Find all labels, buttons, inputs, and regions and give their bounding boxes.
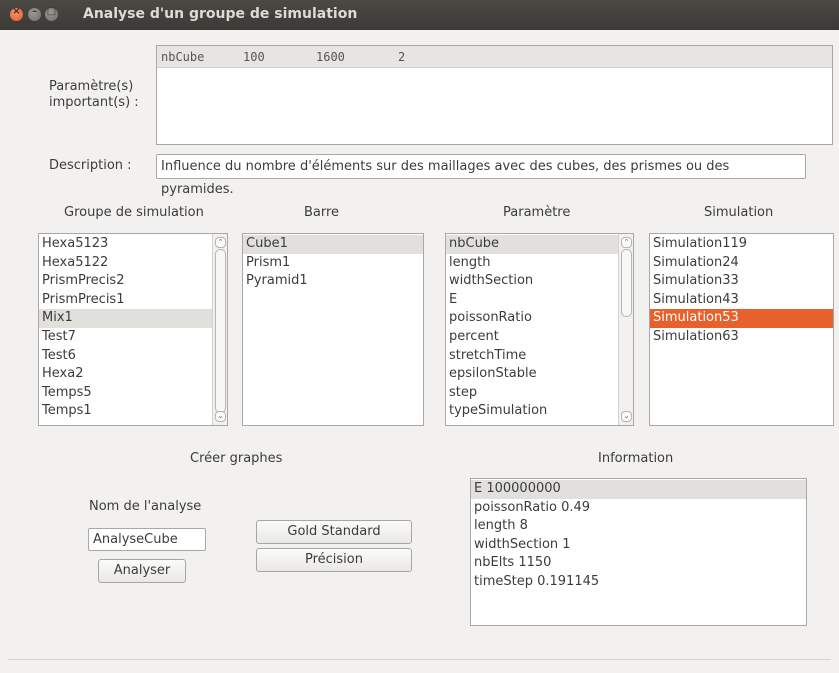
groups-list-item[interactable]: PrismPrecis2 <box>39 272 227 291</box>
simulation-list-item[interactable]: Simulation53 <box>650 309 833 328</box>
analysis-name-input[interactable]: AnalyseCube <box>88 528 206 551</box>
barre-list-item[interactable]: Cube1 <box>243 235 423 254</box>
information-list-item[interactable]: E 100000000 <box>471 480 806 499</box>
parametre-list-item[interactable]: widthSection <box>446 272 633 291</box>
parametre-list-item[interactable]: nbCube <box>446 235 633 254</box>
param-max: 1600 <box>316 50 345 64</box>
params-row[interactable]: nbCube 100 1600 2 <box>157 46 832 68</box>
barre-list-item[interactable]: Pyramid1 <box>243 272 423 291</box>
groups-list-item[interactable]: Test7 <box>39 328 227 347</box>
groups-list-item[interactable]: Mix1 <box>39 309 227 328</box>
scroll-down-icon[interactable]: ⌄ <box>621 411 632 422</box>
information-list-item[interactable]: widthSection 1 <box>471 536 806 555</box>
barre-header: Barre <box>304 205 340 220</box>
parametre-header: Paramètre <box>503 205 571 220</box>
information-list[interactable]: E 100000000 poissonRatio 0.49 length 8 widt… <box>470 478 807 626</box>
window-title: Analyse d'un groupe de simulation <box>83 6 358 22</box>
simulation-list[interactable]: Simulation119 Simulation24 Simulation33 Sim… <box>649 233 834 426</box>
maximize-icon: □ <box>46 6 57 17</box>
scroll-down-icon[interactable]: ⌄ <box>215 411 226 422</box>
groups-list-item[interactable]: Hexa2 <box>39 365 227 384</box>
simulation-list-item[interactable]: Simulation43 <box>650 291 833 310</box>
minimize-window-button[interactable]: – <box>28 6 41 21</box>
param-name: nbCube <box>161 50 205 64</box>
parametre-list-item[interactable]: stretchTime <box>446 347 633 366</box>
simulation-list-item[interactable]: Simulation63 <box>650 328 833 347</box>
parametre-list[interactable]: nbCube length widthSection EpoissonRatio per… <box>445 233 634 426</box>
params-label: Paramètre(s) important(s) : <box>49 79 139 110</box>
parametre-scrollbar[interactable]: ⌃ ⌄ <box>618 234 633 425</box>
analysis-name-label: Nom de l'analyse <box>89 499 202 514</box>
groups-list-item[interactable]: PrismPrecis1 <box>39 291 227 310</box>
parametre-list-item[interactable]: typeSimulation <box>446 402 633 421</box>
groups-list-item[interactable]: Hexa5122 <box>39 254 227 273</box>
minimize-icon: – <box>32 6 37 17</box>
parametre-list-item[interactable]: poissonRatio <box>446 309 633 328</box>
description-label: Description : <box>49 158 132 173</box>
simulation-list-item[interactable]: Simulation24 <box>650 254 833 273</box>
groups-header: Groupe de simulation <box>64 205 204 220</box>
param-min: 100 <box>243 50 265 64</box>
information-list-item[interactable]: nbElts 1150 <box>471 554 806 573</box>
parametre-list-item[interactable]: E <box>446 291 633 310</box>
barre-list[interactable]: Cube1 Prism1 Pyramid1 <box>242 233 424 426</box>
bottom-divider <box>8 659 831 660</box>
title-bar: × – □ Analyse d'un groupe de simulation <box>0 0 839 30</box>
params-table[interactable]: nbCube 100 1600 2 <box>156 45 833 145</box>
param-step: 2 <box>398 50 406 64</box>
groups-list-item[interactable]: Hexa5123 <box>39 235 227 254</box>
scroll-up-icon[interactable]: ⌃ <box>215 237 226 248</box>
simulation-list-item[interactable]: Simulation119 <box>650 235 833 254</box>
description-field[interactable]: Influence du nombre d'éléments sur des m… <box>156 154 806 197</box>
parametre-list-item[interactable]: length <box>446 254 633 273</box>
scroll-thumb[interactable] <box>621 249 632 317</box>
simulation-header: Simulation <box>704 205 774 220</box>
precision-button[interactable]: Précision <box>256 548 412 572</box>
parametre-list-item[interactable]: percent <box>446 328 633 347</box>
simulation-list-item[interactable]: Simulation33 <box>650 272 833 291</box>
graphs-header: Créer graphes <box>190 451 283 466</box>
information-header: Information <box>598 451 674 466</box>
scroll-up-icon[interactable]: ⌃ <box>621 237 632 248</box>
gold-standard-button[interactable]: Gold Standard <box>256 520 412 544</box>
information-list-item[interactable]: poissonRatio 0.49 <box>471 499 806 518</box>
groups-list-item[interactable]: Temps1 <box>39 402 227 421</box>
groups-scrollbar[interactable]: ⌃ ⌄ <box>212 234 227 425</box>
analyze-button[interactable]: Analyser <box>98 559 186 583</box>
close-icon: × <box>12 6 21 17</box>
maximize-window-button[interactable]: □ <box>45 6 58 21</box>
parametre-list-item[interactable]: step <box>446 384 633 403</box>
parametre-list-item[interactable]: epsilonStable <box>446 365 633 384</box>
groups-list-item[interactable]: Temps5 <box>39 384 227 403</box>
information-list-item[interactable]: length 8 <box>471 517 806 536</box>
barre-list-item[interactable]: Prism1 <box>243 254 423 273</box>
groups-list-item[interactable]: Test6 <box>39 347 227 366</box>
close-window-button[interactable]: × <box>10 6 23 21</box>
scroll-thumb[interactable] <box>215 249 226 413</box>
groups-list[interactable]: Hexa5123 Hexa5122 PrismPrecis2 PrismPrecis1… <box>38 233 228 426</box>
information-list-item[interactable]: timeStep 0.191145 <box>471 573 806 592</box>
